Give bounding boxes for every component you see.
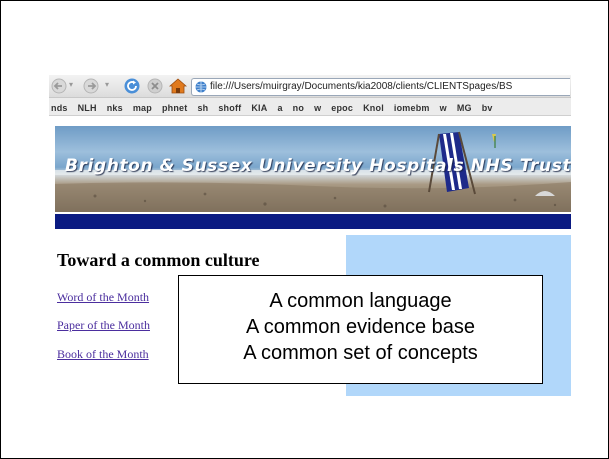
bookmark-item[interactable]: w — [440, 100, 447, 115]
callout-line: A common set of concepts — [243, 342, 478, 364]
back-dropdown-icon[interactable]: ▾ — [69, 81, 77, 89]
bookmark-item[interactable]: no — [293, 100, 304, 115]
bookmark-item[interactable]: iomebm — [394, 100, 430, 115]
address-bar[interactable]: file:///Users/muirgray/Documents/kia2008… — [191, 78, 570, 96]
book-of-the-month-link[interactable]: Book of the Month — [57, 347, 149, 362]
navigation-bar — [55, 214, 571, 229]
bookmark-item[interactable]: map — [133, 100, 152, 115]
bookmark-item[interactable]: phnet — [162, 100, 188, 115]
bookmark-item[interactable]: MG — [457, 100, 472, 115]
callout-lines: A common language A common evidence base… — [179, 288, 542, 366]
bookmark-item[interactable]: Knol — [363, 100, 384, 115]
bookmark-item[interactable]: shoff — [218, 100, 241, 115]
callout-box: A common language A common evidence base… — [178, 275, 543, 384]
bookmark-item[interactable]: NLH — [78, 100, 97, 115]
bookmark-item[interactable]: epoc — [331, 100, 353, 115]
home-icon[interactable] — [169, 78, 187, 94]
banner-title: Brighton & Sussex University Hospitals N… — [65, 156, 571, 176]
stop-icon[interactable] — [147, 78, 163, 94]
forward-arrow-icon[interactable] — [83, 78, 105, 94]
browser-toolbar: ▾ ▾ file:///Users/muirgray/Documents/kia… — [49, 75, 571, 98]
bookmark-item[interactable]: sh — [197, 100, 208, 115]
slide: ▾ ▾ file:///Users/muirgray/Documents/kia… — [0, 0, 609, 459]
bookmark-item[interactable]: KIA — [251, 100, 267, 115]
bookmarks-bar: nds NLH nks map phnet sh shoff KIA a no w epoc Knol i… — [49, 98, 571, 116]
bookmark-item[interactable]: nks — [107, 100, 123, 115]
paper-of-the-month-link[interactable]: Paper of the Month — [57, 318, 150, 333]
page-heading: Toward a common culture — [57, 250, 260, 270]
header-banner: Brighton & Sussex University Hospitals N… — [55, 126, 571, 212]
url-text: file:///Users/muirgray/Documents/kia2008… — [210, 81, 513, 92]
bookmark-item[interactable]: bv — [482, 100, 493, 115]
bookmark-item[interactable]: a — [277, 100, 282, 115]
word-of-the-month-link[interactable]: Word of the Month — [57, 290, 149, 305]
bookmark-item[interactable]: nds — [51, 100, 68, 115]
callout-line: A common evidence base — [245, 316, 476, 338]
reload-icon[interactable] — [123, 78, 141, 94]
forward-dropdown-icon[interactable]: ▾ — [105, 81, 113, 89]
callout-line: A common language — [269, 290, 452, 312]
bookmark-item[interactable]: w — [314, 100, 321, 115]
globe-icon — [195, 81, 207, 93]
